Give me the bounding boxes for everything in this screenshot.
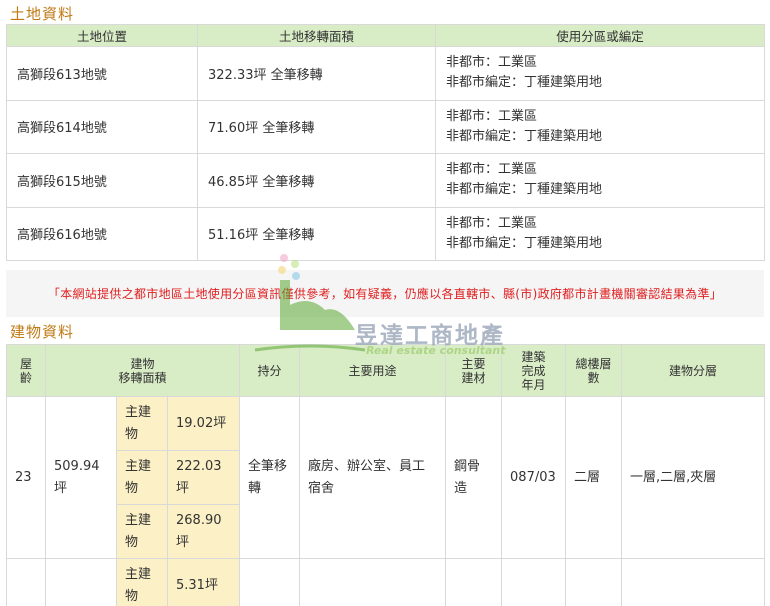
building-table: 屋齡 建物 移轉面積 持分 主要用途 主要建材 建築完成年月 總樓層數 建物分層 … (6, 344, 766, 606)
land-area: 46.85坪 全筆移轉 (197, 153, 436, 208)
land-zone: 非都市：工業區非都市編定：丁種建築用地 (435, 206, 765, 261)
header-area: 土地移轉面積 (197, 24, 436, 47)
building-floors: 二層 (565, 396, 623, 559)
land-location: 高獅段615地號 (6, 153, 198, 208)
header-share: 持分 (239, 344, 301, 397)
header-layer: 建物分層 (621, 344, 766, 397)
building-age: 23 (6, 396, 46, 559)
zone-line-2: 非都市編定：丁種建築用地 (446, 182, 603, 198)
empty-cell (299, 558, 447, 606)
land-table-header: 土地位置 土地移轉面積 使用分區或編定 (6, 24, 765, 47)
empty-cell (6, 558, 46, 606)
watermark-subtitle: Real estate consultant (366, 344, 506, 357)
zone-line-2: 非都市編定：丁種建築用地 (446, 128, 603, 144)
sub-building-area: 19.02坪 (166, 396, 241, 451)
table-row: 高獅段616地號 51.16坪 全筆移轉 非都市：工業區非都市編定：丁種建築用地 (6, 206, 765, 261)
header-zone: 使用分區或編定 (435, 24, 765, 47)
empty-cell (621, 558, 766, 606)
land-area: 322.33坪 全筆移轉 (197, 46, 436, 101)
sub-building-area: 222.03坪 (166, 450, 241, 505)
zone-line-2: 非都市編定：丁種建築用地 (446, 235, 603, 251)
land-location: 高獅段616地號 (6, 206, 198, 261)
land-area: 51.16坪 全筆移轉 (197, 206, 436, 261)
land-zone: 非都市：工業區非都市編定：丁種建築用地 (435, 99, 765, 154)
disclaimer-notice: 「本網站提供之都市地區土地使用分區資訊僅供參考，如有疑義，仍應以各直轄市、縣(市… (6, 270, 764, 317)
header-completed: 建築完成年月 (501, 344, 567, 397)
header-floors: 總樓層數 (565, 344, 623, 397)
table-row: 23 509.94坪 主建物 19.02坪 全筆移轉 廠房、辦公室、員工宿舍 鋼… (6, 396, 766, 559)
sub-building-label: 主建物 (116, 558, 168, 606)
header-age: 屋齡 (6, 344, 46, 397)
land-location: 高獅段613地號 (6, 46, 198, 101)
header-transfer-area: 建物 移轉面積 (44, 344, 241, 397)
building-area: 509.94坪 (45, 396, 117, 559)
zone-line-1: 非都市：工業區 (446, 215, 538, 231)
zone-line-1: 非都市：工業區 (446, 162, 538, 178)
building-share: 全筆移轉 (239, 396, 301, 559)
empty-cell (239, 558, 301, 606)
sub-building-area: 5.31坪 (166, 558, 241, 606)
sub-building-label: 主建物 (116, 396, 168, 451)
zone-line-2: 非都市編定：丁種建築用地 (446, 75, 603, 91)
empty-cell (501, 558, 567, 606)
sub-building-area: 268.90坪 (166, 504, 241, 559)
land-zone: 非都市：工業區非都市編定：丁種建築用地 (435, 153, 765, 208)
building-section-title: 建物資料 (10, 323, 75, 341)
empty-cell (445, 558, 503, 606)
empty-cell (45, 558, 117, 606)
land-location: 高獅段614地號 (6, 99, 198, 154)
table-row: 高獅段615地號 46.85坪 全筆移轉 非都市：工業區非都市編定：丁種建築用地 (6, 153, 765, 208)
land-area: 71.60坪 全筆移轉 (197, 99, 436, 154)
table-row: 主建物 5.31坪 (6, 558, 766, 606)
building-use: 廠房、辦公室、員工宿舍 (299, 396, 447, 559)
land-section-title: 土地資料 (10, 5, 75, 23)
building-completed: 087/03 (501, 396, 567, 559)
table-row: 高獅段614地號 71.60坪 全筆移轉 非都市：工業區非都市編定：丁種建築用地 (6, 99, 765, 154)
sub-building-label: 主建物 (116, 450, 168, 505)
zone-line-1: 非都市：工業區 (446, 108, 538, 124)
empty-cell (565, 558, 623, 606)
land-table: 土地位置 土地移轉面積 使用分區或編定 高獅段613地號 322.33坪 全筆移… (6, 24, 765, 261)
land-zone: 非都市：工業區非都市編定：丁種建築用地 (435, 46, 765, 101)
building-layer: 一層,二層,夾層 (621, 396, 766, 559)
building-material: 鋼骨造 (445, 396, 503, 559)
table-row: 高獅段613地號 322.33坪 全筆移轉 非都市：工業區非都市編定：丁種建築用… (6, 46, 765, 101)
header-location: 土地位置 (6, 24, 198, 47)
sub-building-label: 主建物 (116, 504, 168, 559)
zone-line-1: 非都市：工業區 (446, 55, 538, 71)
